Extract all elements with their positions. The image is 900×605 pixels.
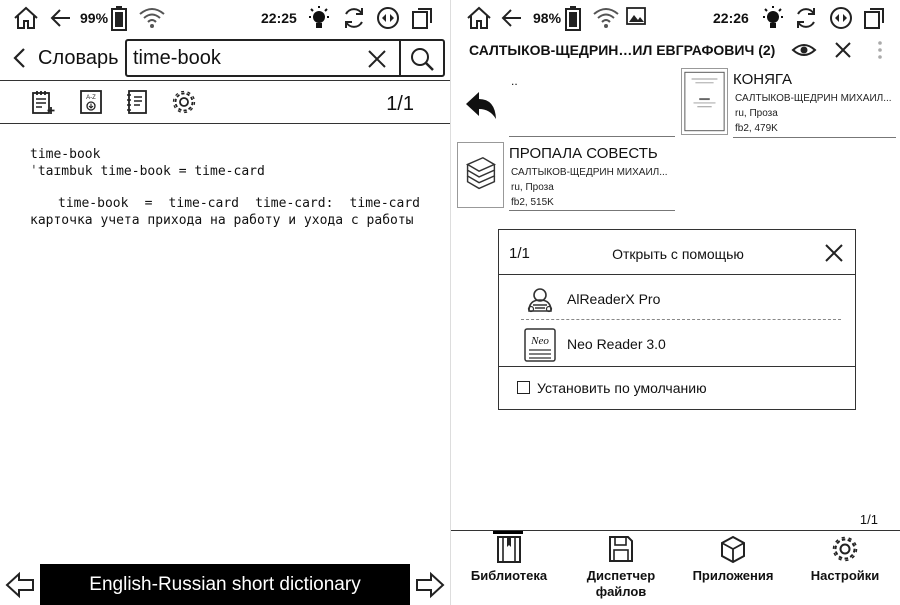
dictionary-screen: 99% 22:25 Словарь time-book A-Z 1/1 time… — [0, 0, 450, 605]
nav-label: Диспетчер файлов — [586, 568, 656, 599]
home-icon[interactable] — [12, 5, 40, 31]
frontlight-icon[interactable] — [306, 5, 332, 31]
close-icon[interactable] — [365, 47, 389, 71]
header-divider — [0, 80, 450, 81]
book-title: ПРОПАЛА СОВЕСТЬ — [509, 145, 658, 162]
dialog-title: Открыть с помощью — [612, 246, 744, 262]
refresh-icon[interactable] — [341, 5, 367, 31]
gear-icon — [832, 536, 858, 562]
book-lang-genre: ru, Проза — [511, 182, 554, 193]
wifi-icon — [139, 8, 165, 28]
notebook-icon[interactable] — [124, 89, 150, 115]
book-lang-genre: ru, Проза — [735, 108, 778, 119]
headword: time-book — [30, 147, 101, 162]
clock: 22:26 — [713, 10, 749, 26]
frontlight-icon[interactable] — [760, 5, 786, 31]
home-icon[interactable] — [465, 5, 493, 31]
book-format-size: fb2, 515K — [511, 197, 554, 208]
nav-label: Библиотека — [470, 568, 548, 583]
app-option-neoreader[interactable]: Neo Neo Reader 3.0 — [521, 324, 841, 364]
toolbar-divider — [0, 123, 450, 124]
page-turn-icon[interactable] — [828, 5, 854, 31]
cube-icon — [721, 535, 745, 564]
default-checkbox[interactable] — [517, 381, 530, 394]
close-icon[interactable] — [833, 40, 853, 60]
svg-text:A-Z: A-Z — [86, 95, 96, 101]
nav-label: Настройки — [810, 568, 880, 583]
battery-percent: 99% — [80, 10, 109, 26]
row-divider — [509, 136, 675, 137]
library-icon — [497, 536, 521, 563]
back-arrow-icon[interactable] — [499, 5, 525, 31]
dialog-divider — [499, 274, 855, 275]
wifi-icon — [593, 8, 619, 28]
close-icon[interactable] — [823, 242, 845, 264]
next-dictionary-icon[interactable] — [413, 568, 447, 602]
folder-title: САЛТЫКОВ-ЩЕДРИН…ИЛ ЕВГРАФОВИЧ (2) — [469, 42, 776, 58]
dictionary-entry: time-book ˈtaɪmbuk time-book = time-card… — [30, 146, 420, 229]
open-with-dialog: 1/1 Открыть с помощью AlReaderX Pro Neo … — [498, 229, 856, 410]
page-turn-icon[interactable] — [375, 5, 401, 31]
nav-library[interactable]: Библиотека — [459, 534, 559, 584]
dictionary-select-icon[interactable]: A-Z — [78, 89, 104, 115]
page-counter: 1/1 — [386, 93, 414, 115]
app-option-alreaderx[interactable]: AlReaderX Pro — [521, 279, 841, 319]
book-title: КОНЯГА — [733, 71, 793, 88]
nav-settings[interactable]: Настройки — [795, 534, 895, 584]
book-stack-icon — [457, 142, 504, 208]
app-label: Neo Reader 3.0 — [567, 336, 666, 352]
eye-icon[interactable] — [791, 40, 817, 60]
nav-applications[interactable]: Приложения — [683, 534, 783, 584]
alreader-app-icon — [527, 288, 553, 313]
library-screen: 98% 22:26 САЛТЫКОВ-ЩЕДРИН…ИЛ ЕВГРАФОВИЧ … — [450, 0, 900, 605]
book-item[interactable]: КОНЯГА САЛТЫКОВ-ЩЕДРИН МИХАИЛ... ru, Про… — [681, 68, 896, 138]
notes-add-icon[interactable] — [30, 89, 56, 115]
svg-text:Neo: Neo — [530, 335, 549, 347]
battery-percent: 98% — [533, 10, 562, 26]
battery-icon — [565, 6, 581, 31]
refresh-icon[interactable] — [793, 5, 819, 31]
book-item[interactable]: ПРОПАЛА СОВЕСТЬ САЛТЫКОВ-ЩЕДРИН МИХАИЛ..… — [457, 142, 677, 212]
row-divider — [733, 137, 896, 138]
dialog-divider — [499, 366, 855, 367]
search-icon[interactable] — [407, 45, 437, 73]
nav-label: Приложения — [692, 568, 774, 583]
status-bar: 98% 22:26 — [451, 0, 900, 36]
image-icon — [626, 7, 646, 25]
default-checkbox-label[interactable]: Установить по умолчанию — [537, 380, 707, 396]
task-switch-icon[interactable] — [410, 5, 436, 31]
row-divider — [509, 210, 675, 211]
back-chevron-icon[interactable] — [10, 46, 30, 70]
book-format-size: fb2, 479K — [735, 123, 778, 134]
page-title: Словарь — [38, 47, 119, 69]
floppy-disk-icon — [609, 536, 633, 562]
more-menu-icon[interactable] — [877, 40, 883, 60]
search-divider — [399, 41, 401, 75]
dictionary-name[interactable]: English-Russian short dictionary — [40, 564, 410, 605]
definition: time-book = time-card time-card: time-ca… — [30, 196, 420, 228]
task-switch-icon[interactable] — [862, 5, 888, 31]
book-cover-icon — [681, 68, 728, 135]
dictionary-bar: English-Russian short dictionary — [0, 564, 450, 605]
back-arrow-icon[interactable] — [48, 5, 74, 31]
clock: 22:25 — [261, 10, 297, 26]
app-label: AlReaderX Pro — [567, 291, 661, 307]
prev-dictionary-icon[interactable] — [3, 568, 37, 602]
page-counter: 1/1 — [859, 512, 878, 527]
neo-reader-app-icon: Neo — [524, 328, 556, 362]
search-box — [125, 39, 445, 77]
transcription: ˈtaɪmbuk time-book = time-card — [30, 164, 265, 179]
status-bar: 99% 22:25 — [0, 0, 450, 36]
nav-file-manager[interactable]: Диспетчер файлов — [571, 534, 671, 600]
book-author: САЛТЫКОВ-ЩЕДРИН МИХАИЛ... — [735, 93, 892, 104]
folder-up-icon[interactable] — [463, 88, 499, 122]
settings-gear-icon[interactable] — [171, 89, 197, 115]
dialog-dashed-divider — [521, 319, 841, 320]
parent-folder[interactable]: .. — [511, 74, 518, 88]
battery-icon — [111, 6, 127, 31]
search-input[interactable] — [133, 45, 363, 71]
book-author: САЛТЫКОВ-ЩЕДРИН МИХАИЛ... — [511, 167, 668, 178]
